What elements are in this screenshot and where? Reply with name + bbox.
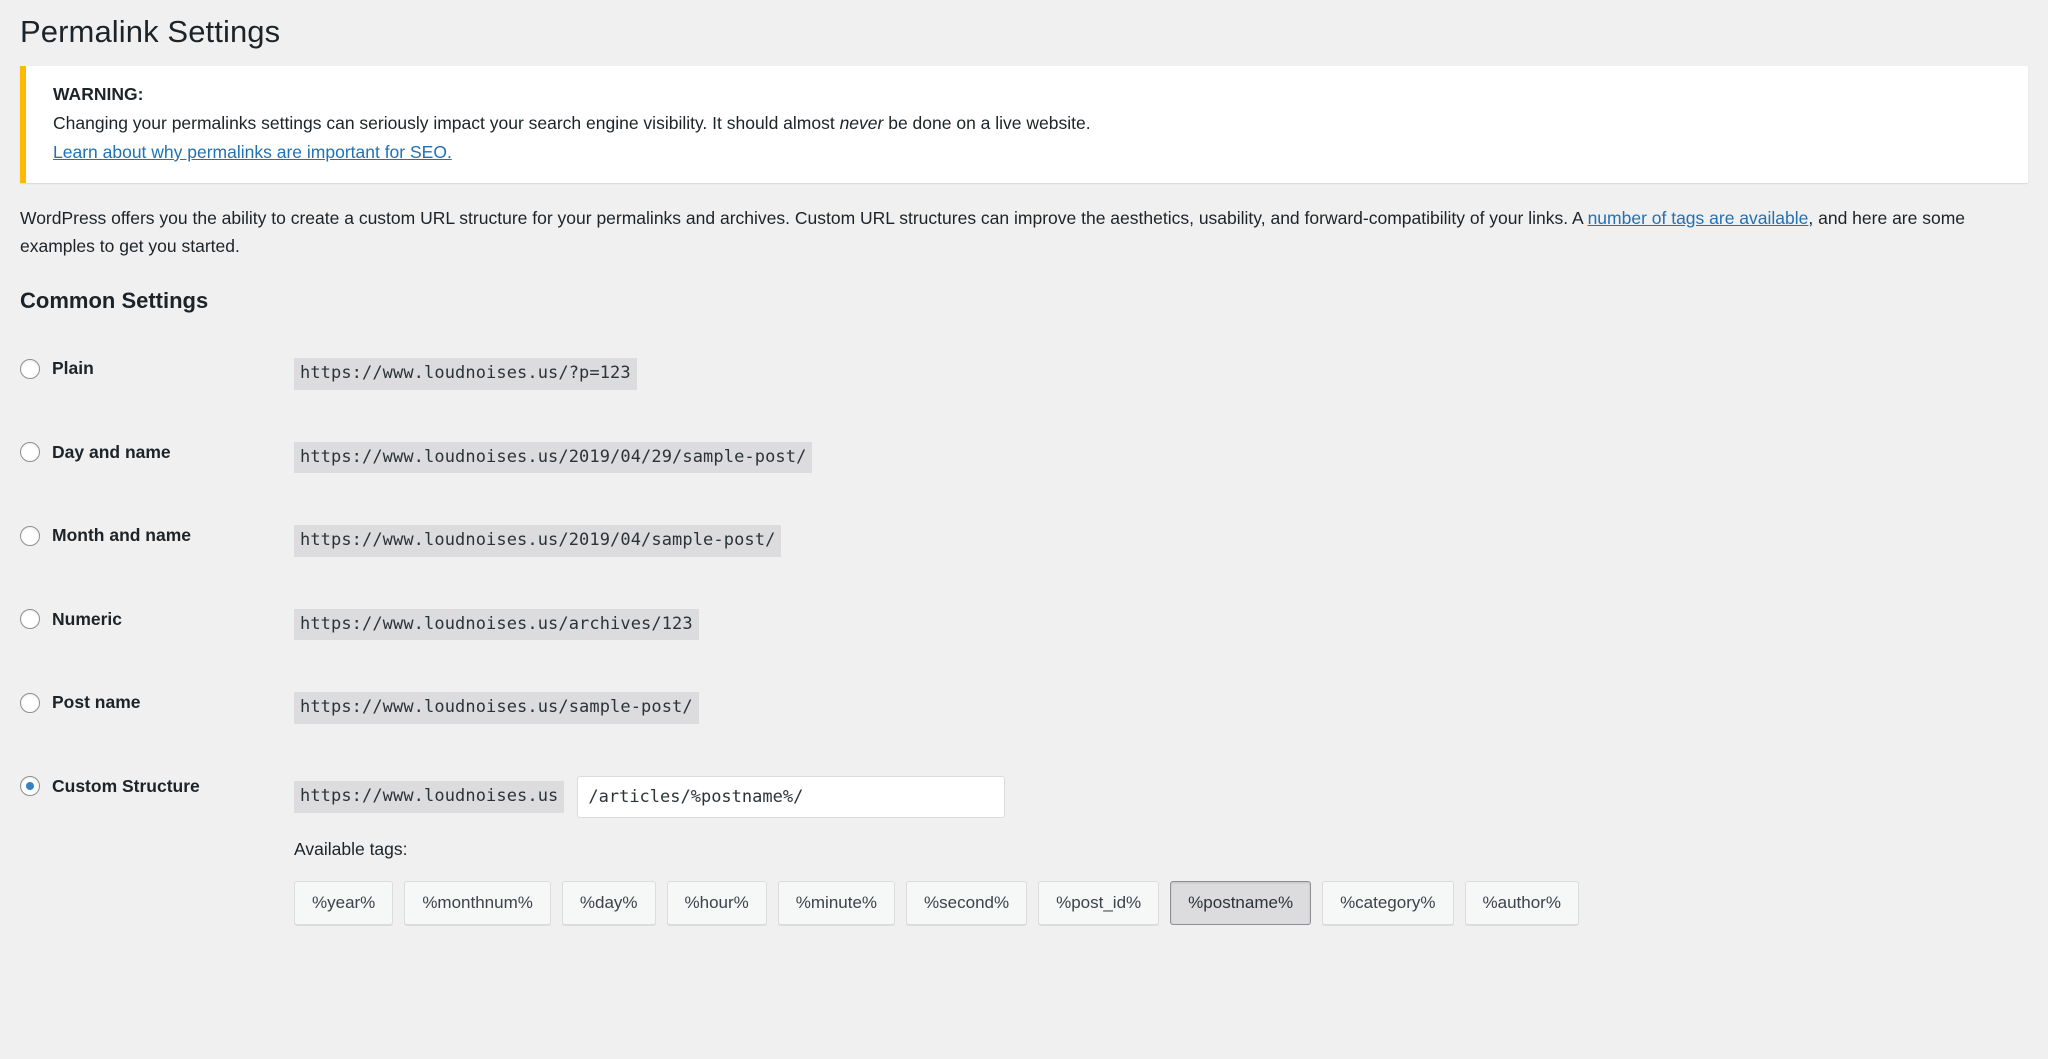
tag-button-second[interactable]: %second% — [906, 881, 1028, 926]
permalink-example: https://www.loudnoises.us/?p=123 — [294, 358, 637, 390]
warning-heading: WARNING: — [53, 84, 144, 105]
radio-icon[interactable] — [20, 776, 40, 797]
radio-option-custom-structure[interactable]: Custom Structure — [20, 776, 294, 797]
option-label-cell: Plain — [20, 332, 294, 416]
table-row: Month and name https://www.loudnoises.us… — [20, 499, 2028, 583]
permalink-example: https://www.loudnoises.us/sample-post/ — [294, 692, 699, 724]
radio-icon[interactable] — [20, 442, 40, 463]
custom-structure-row: https://www.loudnoises.us — [294, 775, 2028, 818]
radio-option-post-name[interactable]: Post name — [20, 692, 294, 713]
radio-option-numeric[interactable]: Numeric — [20, 609, 294, 630]
custom-structure-cell: https://www.loudnoises.us Available tags… — [294, 750, 2028, 952]
permalink-example: https://www.loudnoises.us/archives/123 — [294, 608, 699, 641]
table-row: Post name https://www.loudnoises.us/samp… — [20, 666, 2028, 750]
site-url-prefix: https://www.loudnoises.us — [294, 781, 565, 813]
option-example-cell: https://www.loudnoises.us/2019/04/sample… — [294, 499, 2028, 583]
warning-body: Changing your permalinks settings can se… — [53, 109, 2012, 138]
intro-text-before: WordPress offers you the ability to crea… — [20, 207, 1588, 228]
tag-button-monthnum[interactable]: %monthnum% — [404, 881, 551, 926]
common-settings-heading: Common Settings — [20, 287, 209, 313]
radio-option-plain[interactable]: Plain — [20, 358, 294, 379]
tag-button-author[interactable]: %author% — [1464, 881, 1579, 926]
option-label-cell: Numeric — [20, 583, 294, 667]
permalink-options-body: Plain https://www.loudnoises.us/?p=123 D… — [20, 332, 2028, 951]
radio-icon[interactable] — [20, 525, 40, 546]
custom-structure-input[interactable] — [577, 775, 1006, 818]
permalink-options-table: Plain https://www.loudnoises.us/?p=123 D… — [20, 332, 2028, 951]
table-row: Day and name https://www.loudnoises.us/2… — [20, 416, 2028, 500]
seo-learn-more-link[interactable]: Learn about why permalinks are important… — [53, 142, 452, 162]
tag-button-day[interactable]: %day% — [561, 881, 656, 926]
warning-link-line: Learn about why permalinks are important… — [53, 138, 2012, 167]
radio-label: Month and name — [52, 525, 192, 546]
radio-label: Plain — [52, 358, 94, 379]
warning-notice: WARNING: Changing your permalinks settin… — [20, 66, 2028, 183]
radio-icon[interactable] — [20, 609, 40, 630]
option-label-cell: Day and name — [20, 416, 294, 500]
table-row: Custom Structure https://www.loudnoises.… — [20, 750, 2028, 952]
option-example-cell: https://www.loudnoises.us/2019/04/29/sam… — [294, 416, 2028, 500]
tag-button-year[interactable]: %year% — [294, 881, 394, 926]
table-row: Plain https://www.loudnoises.us/?p=123 — [20, 332, 2028, 416]
permalink-example: https://www.loudnoises.us/2019/04/sample… — [294, 525, 782, 557]
available-tags-link[interactable]: number of tags are available — [1588, 208, 1809, 228]
tag-button-post-id[interactable]: %post_id% — [1038, 881, 1160, 926]
option-label-cell: Month and name — [20, 499, 294, 583]
permalink-settings-page: Permalink Settings WARNING: Changing you… — [0, 0, 2048, 951]
available-tags-label: Available tags: — [294, 838, 408, 859]
warning-body-part2: be done on a live website. — [883, 113, 1091, 134]
option-label-cell: Custom Structure — [20, 750, 294, 952]
page-title: Permalink Settings — [20, 14, 281, 49]
radio-option-day-and-name[interactable]: Day and name — [20, 442, 294, 463]
radio-label: Post name — [52, 692, 141, 713]
option-example-cell: https://www.loudnoises.us/?p=123 — [294, 332, 2028, 416]
warning-body-part1: Changing your permalinks settings can se… — [53, 113, 840, 134]
option-example-cell: https://www.loudnoises.us/sample-post/ — [294, 666, 2028, 750]
tag-button-hour[interactable]: %hour% — [666, 881, 767, 926]
radio-icon[interactable] — [20, 358, 40, 379]
radio-label: Numeric — [52, 608, 123, 629]
permalink-example: https://www.loudnoises.us/2019/04/29/sam… — [294, 441, 813, 474]
tag-button-minute[interactable]: %minute% — [777, 881, 896, 926]
warning-body-emphasis: never — [839, 113, 884, 134]
option-label-cell: Post name — [20, 666, 294, 750]
table-row: Numeric https://www.loudnoises.us/archiv… — [20, 583, 2028, 667]
tag-button-postname[interactable]: %postname% — [1170, 881, 1312, 926]
tag-button-category[interactable]: %category% — [1322, 881, 1454, 926]
radio-label: Custom Structure — [52, 775, 200, 796]
available-tags-list: %year% %monthnum% %day% %hour% %minute% … — [294, 881, 2028, 926]
radio-icon[interactable] — [20, 692, 40, 713]
intro-paragraph: WordPress offers you the ability to crea… — [20, 204, 2028, 261]
radio-option-month-and-name[interactable]: Month and name — [20, 525, 294, 546]
option-example-cell: https://www.loudnoises.us/archives/123 — [294, 583, 2028, 667]
radio-label: Day and name — [52, 441, 171, 462]
